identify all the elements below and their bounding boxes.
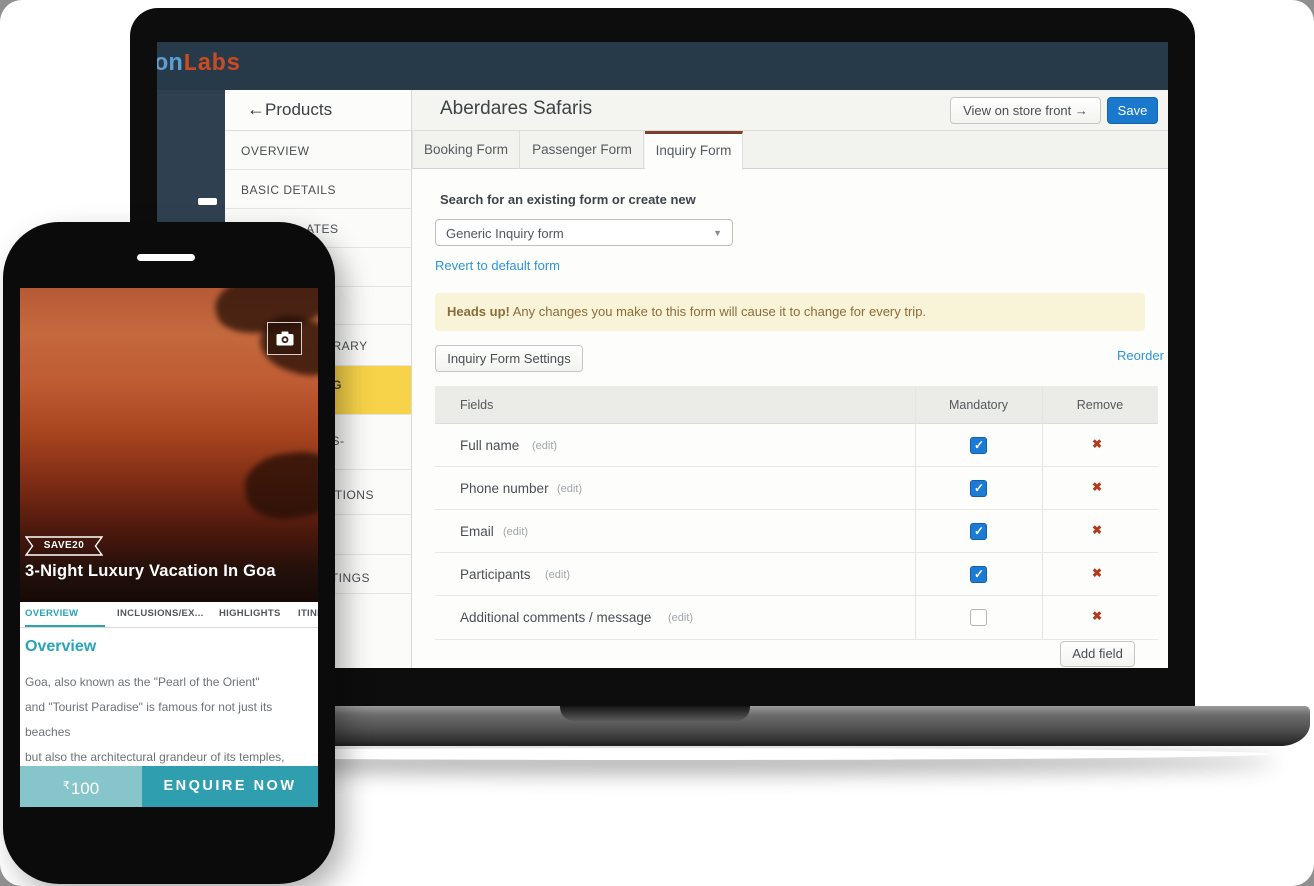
- col-mandatory: Mandatory: [915, 398, 1042, 412]
- edit-link[interactable]: (edit): [668, 612, 693, 624]
- laptop-base-notch: [560, 706, 750, 721]
- add-field-button[interactable]: Add field: [1060, 641, 1135, 667]
- price-display: ₹100: [20, 766, 142, 807]
- paragraph-line: and "Tourist Paradise" is famous for not…: [25, 695, 313, 745]
- mandatory-checkbox[interactable]: [970, 437, 987, 454]
- table-row-email: Email (edit) ✖: [435, 510, 1158, 553]
- table-row-full-name: Full name (edit) ✖: [435, 424, 1158, 467]
- table-row-participants: Participants (edit) ✖: [435, 553, 1158, 596]
- main-content: Aberdares Safaris View on store front → …: [412, 90, 1168, 668]
- field-name: Email: [460, 524, 494, 539]
- field-name: Additional comments / message: [460, 610, 651, 625]
- save-button[interactable]: Save: [1107, 97, 1158, 124]
- logo-part-orange: Labs: [183, 51, 241, 78]
- camera-icon: [276, 331, 294, 346]
- phone-tabbar: OVERVIEW INCLUSIONS/EX... HIGHLIGHTS ITI…: [20, 602, 318, 628]
- badge-text: SAVE20: [25, 540, 103, 551]
- fields-table: Fields Mandatory Remove Full name (edit)…: [435, 386, 1158, 640]
- tab-inquiry-form[interactable]: Inquiry Form: [645, 131, 743, 170]
- table-row-phone-number: Phone number (edit) ✖: [435, 467, 1158, 510]
- form-select-dropdown[interactable]: Generic Inquiry form ▼: [435, 219, 733, 246]
- phone-bottom-bar: ₹100 ENQUIRE NOW: [20, 766, 318, 807]
- tree-silhouette: [241, 447, 318, 525]
- notice-bold: Heads up!: [447, 304, 510, 319]
- chevron-down-icon: ▼: [713, 228, 722, 238]
- search-form-label: Search for an existing form or create ne…: [440, 192, 696, 207]
- col-remove: Remove: [1042, 398, 1158, 412]
- table-row-additional-comments: Additional comments / message (edit) ✖: [435, 596, 1158, 640]
- remove-x-icon[interactable]: ✖: [1092, 523, 1102, 537]
- collapse-minus-icon[interactable]: –: [198, 198, 217, 205]
- back-label: Products: [265, 100, 332, 120]
- phone-speaker: [137, 254, 195, 261]
- edit-link[interactable]: (edit): [557, 483, 582, 495]
- remove-x-icon[interactable]: ✖: [1092, 437, 1102, 451]
- phone-tab-itinerary[interactable]: ITINE: [298, 602, 318, 628]
- field-name: Phone number: [460, 481, 549, 496]
- sidebar-item-overview[interactable]: OVERVIEW: [225, 131, 411, 170]
- rupee-symbol: ₹: [63, 780, 70, 792]
- phone-tab-highlights[interactable]: HIGHLIGHTS: [219, 602, 281, 628]
- remove-x-icon[interactable]: ✖: [1092, 480, 1102, 494]
- logo-part-blue: on: [157, 51, 183, 78]
- table-header: Fields Mandatory Remove: [435, 386, 1158, 424]
- revert-default-link[interactable]: Revert to default form: [435, 258, 560, 273]
- heads-up-notice: Heads up! Any changes you make to this f…: [435, 293, 1145, 331]
- notice-text: Any changes you make to this form will c…: [510, 304, 926, 319]
- back-arrow-icon: ←: [247, 99, 265, 120]
- edit-link[interactable]: (edit): [545, 569, 570, 581]
- paragraph-line: Goa, also known as the "Pearl of the Ori…: [25, 670, 313, 695]
- sidebar-item-basic-details[interactable]: BASIC DETAILS: [225, 170, 411, 209]
- page-header: Aberdares Safaris View on store front → …: [412, 90, 1168, 131]
- edit-link[interactable]: (edit): [503, 526, 528, 538]
- price-amount: 100: [71, 779, 99, 798]
- tab-passenger-form[interactable]: Passenger Form: [521, 131, 644, 169]
- inquiry-form-settings-button[interactable]: Inquiry Form Settings: [435, 345, 583, 372]
- mandatory-checkbox[interactable]: [970, 523, 987, 540]
- reorder-link[interactable]: Reorder: [1117, 348, 1164, 363]
- overview-heading: Overview: [25, 638, 96, 656]
- top-navbar: onLabs: [157, 42, 1168, 90]
- phone-tab-overview[interactable]: OVERVIEW: [25, 602, 105, 628]
- edit-link[interactable]: (edit): [532, 440, 557, 452]
- form-select-value: Generic Inquiry form: [446, 226, 564, 241]
- phone-bezel: SAVE20 3-Night Luxury Vacation In Goa OV…: [3, 222, 335, 884]
- tab-booking-form[interactable]: Booking Form: [412, 131, 520, 169]
- field-name: Participants: [460, 567, 531, 582]
- mandatory-checkbox[interactable]: [970, 480, 987, 497]
- remove-x-icon[interactable]: ✖: [1092, 566, 1102, 580]
- screenshot-canvas: onLabs – ← Products OVERVIEW BASIC DETAI…: [0, 0, 1314, 886]
- view-on-storefront-button[interactable]: View on store front →: [950, 97, 1101, 124]
- page-title: Aberdares Safaris: [440, 98, 592, 120]
- phone-tab-inclusions[interactable]: INCLUSIONS/EX...: [117, 602, 204, 628]
- hero-image-sunset: SAVE20 3-Night Luxury Vacation In Goa: [20, 288, 318, 602]
- camera-button[interactable]: [267, 322, 302, 355]
- col-fields: Fields: [460, 398, 493, 412]
- back-to-products[interactable]: ← Products: [225, 90, 411, 131]
- vacationlabs-logo: onLabs: [157, 51, 240, 78]
- mandatory-checkbox[interactable]: [970, 566, 987, 583]
- phone-screen: SAVE20 3-Night Luxury Vacation In Goa OV…: [20, 288, 318, 807]
- product-title: 3-Night Luxury Vacation In Goa: [25, 562, 276, 581]
- field-name: Full name: [460, 438, 519, 453]
- remove-x-icon[interactable]: ✖: [1092, 609, 1102, 623]
- form-tabbar: Booking Form Passenger Form Inquiry Form: [412, 131, 1168, 169]
- mandatory-checkbox[interactable]: [970, 609, 987, 626]
- enquire-now-button[interactable]: ENQUIRE NOW: [142, 766, 318, 807]
- save20-badge: SAVE20: [25, 536, 103, 556]
